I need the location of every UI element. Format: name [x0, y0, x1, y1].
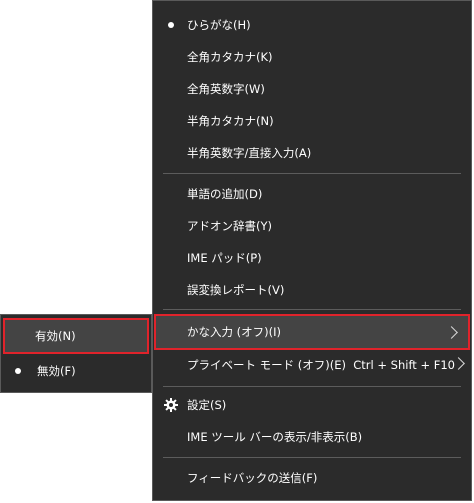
menu-separator — [163, 173, 461, 174]
menu-item-label: ひらがな(H) — [187, 18, 251, 32]
selected-bullet-icon — [15, 368, 21, 374]
menu-item-label: 単語の追加(D) — [187, 187, 263, 201]
ime-context-menu: ひらがな(H) 全角カタカナ(K) 全角英数字(W) 半角カタカナ(N) 半角英… — [152, 0, 472, 501]
menu-item-halfwidth-katakana[interactable]: 半角カタカナ(N) — [153, 105, 471, 137]
menu-item-label: IME ツール バーの表示/非表示(B) — [187, 430, 363, 444]
menu-item-label: アドオン辞書(Y) — [187, 219, 272, 233]
menu-item-settings[interactable]: 設定(S) — [153, 389, 471, 421]
menu-item-label: 無効(F) — [37, 364, 76, 378]
menu-item-toolbar-toggle[interactable]: IME ツール バーの表示/非表示(B) — [153, 421, 471, 453]
chevron-right-icon — [445, 326, 458, 339]
menu-item-fullwidth-katakana[interactable]: 全角カタカナ(K) — [153, 41, 471, 73]
menu-item-fullwidth-alphanumeric[interactable]: 全角英数字(W) — [153, 73, 471, 105]
menu-item-private-mode[interactable]: プライベート モード (オフ)(E) Ctrl + Shift + F10 — [153, 349, 471, 381]
gear-icon — [164, 398, 178, 412]
selected-bullet-icon — [168, 22, 174, 28]
menu-item-ime-pad[interactable]: IME パッド(P) — [153, 242, 471, 274]
menu-item-add-word[interactable]: 単語の追加(D) — [153, 178, 471, 210]
shortcut-text: Ctrl + Shift + F10 — [353, 358, 455, 372]
menu-item-halfwidth-direct-input[interactable]: 半角英数字/直接入力(A) — [153, 137, 471, 169]
menu-item-label: フィードバックの送信(F) — [187, 471, 318, 485]
menu-item-label: IME パッド(P) — [187, 251, 262, 265]
menu-item-label: 全角カタカナ(K) — [187, 50, 273, 64]
menu-item-kana-input[interactable]: かな入力 (オフ)(I) — [154, 314, 470, 350]
menu-separator — [163, 457, 461, 458]
menu-item-addon-dictionary[interactable]: アドオン辞書(Y) — [153, 210, 471, 242]
menu-separator — [163, 309, 461, 310]
submenu-item-disable[interactable]: 無効(F) — [3, 355, 149, 387]
menu-item-label: プライベート モード (オフ)(E) — [187, 358, 347, 372]
menu-separator — [163, 386, 461, 387]
menu-item-label: 有効(N) — [35, 329, 76, 343]
menu-item-label: かな入力 (オフ)(I) — [187, 325, 281, 339]
menu-item-label: 設定(S) — [187, 398, 227, 412]
menu-item-label: 全角英数字(W) — [187, 82, 265, 96]
menu-item-label: 半角カタカナ(N) — [187, 114, 274, 128]
menu-item-label: 誤変換レポート(V) — [187, 283, 285, 297]
menu-item-send-feedback[interactable]: フィードバックの送信(F) — [153, 462, 471, 494]
kana-input-submenu: 有効(N) 無効(F) — [0, 314, 152, 393]
menu-item-label: 半角英数字/直接入力(A) — [187, 146, 312, 160]
menu-item-conversion-report[interactable]: 誤変換レポート(V) — [153, 274, 471, 306]
submenu-item-enable[interactable]: 有効(N) — [3, 318, 149, 354]
menu-item-hiragana[interactable]: ひらがな(H) — [153, 9, 471, 41]
